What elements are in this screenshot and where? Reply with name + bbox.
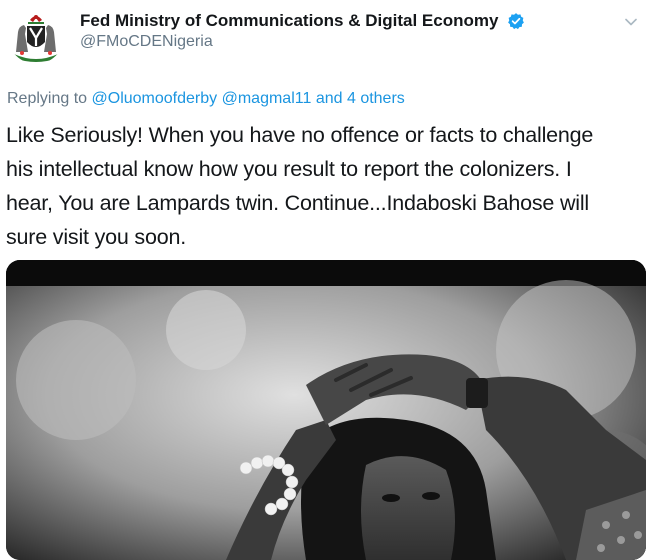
tweet-text: Like Seriously! When you have no offence… [6,118,646,254]
nigeria-coat-of-arms-icon [14,15,58,62]
handle[interactable]: @FMoCDENigeria [80,32,525,52]
photo-image [6,260,646,560]
replying-to-label: Replying to [7,90,88,107]
tweet-card: Fed Ministry of Communications & Digital… [0,0,651,560]
replying-to: Replying to @Oluomoofderby @magmal11 and… [7,89,405,109]
others-link[interactable]: 4 others [347,90,405,107]
tweet-text-line: hear, You are Lampards twin. Continue...… [6,191,590,215]
account-names: Fed Ministry of Communications & Digital… [80,10,525,52]
tweet-text-line: sure visit you soon. [6,225,187,249]
tweet-photo[interactable] [6,260,646,560]
tweet-text-line: his intellectual know how you result to … [6,157,572,181]
and-word[interactable]: and [316,90,343,107]
verified-badge-icon [508,13,524,30]
mention-link[interactable]: @magmal11 [222,90,312,107]
chevron-down-icon[interactable] [623,14,639,30]
display-name[interactable]: Fed Ministry of Communications & Digital… [80,10,498,32]
tweet-header: Fed Ministry of Communications & Digital… [0,0,651,70]
tweet-text-line: Like Seriously! When you have no offence… [6,123,594,147]
avatar[interactable] [8,8,64,64]
mention-link[interactable]: @Oluomoofderby [92,90,218,107]
